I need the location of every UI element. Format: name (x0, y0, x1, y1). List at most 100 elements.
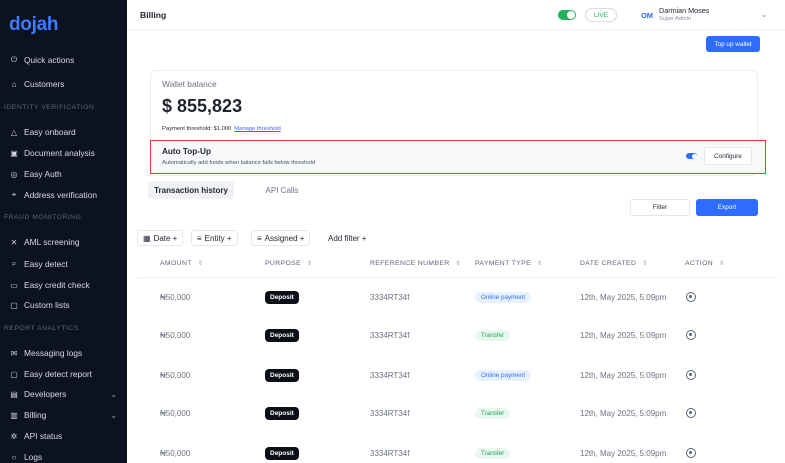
column-header-action[interactable]: ACTION ⇕ (685, 260, 725, 267)
entity-filter-chip[interactable]: ≡ Entity + (191, 230, 238, 246)
amount-cell: ₦50,000 (160, 292, 191, 302)
purpose-cell: Deposit (265, 316, 299, 354)
sidebar-item-document-analysis[interactable]: ▣ Document analysis (9, 145, 121, 161)
sidebar-item-label: Easy Auth (24, 169, 62, 179)
sidebar-item-label: Easy onboard (24, 127, 76, 137)
sidebar-item-custom-lists[interactable]: ▢ Custom lists (9, 297, 121, 313)
chevron-down-icon: ⌄ (110, 389, 117, 399)
table-row[interactable]: ₦50,000 Deposit 3334RT34f Transfer 12th,… (137, 394, 777, 432)
sidebar-item-messaging-logs[interactable]: ✉ Messaging logs (9, 345, 121, 361)
sidebar-item-address-verification[interactable]: ⌖ Address verification (9, 187, 121, 203)
sidebar-item-easy-credit-check[interactable]: ▭ Easy credit check (9, 277, 121, 293)
reference-cell: 3334RT34f (370, 408, 410, 418)
sidebar-item-label: Logs (24, 452, 43, 462)
triangle-icon: △ (10, 127, 18, 137)
sidebar-item-label: Address verification (24, 190, 98, 200)
payment-type-badge: Online payment (475, 291, 532, 303)
wallet-balance-label: Wallet balance (162, 79, 217, 89)
report-icon: ▢ (10, 369, 18, 379)
column-header-amount[interactable]: AMOUNT ⇕ (160, 260, 203, 267)
export-button[interactable]: Export (696, 199, 758, 216)
tab-transaction-history[interactable]: Transaction history (148, 181, 234, 199)
chip-label: Add filter + (328, 233, 367, 243)
location-icon: ⌖ (11, 190, 17, 199)
payment-type-cell: Transfer (475, 316, 511, 354)
sidebar-item-label: API status (24, 431, 63, 441)
reference-cell: 3334RT34f (370, 370, 410, 380)
auto-topup-toggle[interactable] (686, 153, 697, 159)
table-row[interactable]: ₦50,000 Deposit 3334RT34f Transfer 12th,… (137, 434, 777, 463)
column-header-label: ACTION (685, 260, 714, 267)
payment-type-badge: Online payment (475, 369, 532, 381)
table-row[interactable]: ₦50,000 Deposit 3334RT34f Online payment… (137, 278, 777, 316)
sidebar-item-billing[interactable]: ▥ Billing ⌄ (9, 407, 121, 423)
column-header-reference-number[interactable]: REFERENCE NUMBER ⇕ (370, 260, 461, 267)
sidebar-item-label: Custom lists (24, 300, 70, 310)
sidebar-item-aml-screening[interactable]: ✕ AML screening (9, 234, 121, 250)
chip-label: Date + (153, 233, 178, 243)
date-filter-chip[interactable]: ▦ Date + (137, 230, 184, 246)
user-name: Darmian Moses (659, 6, 710, 15)
top-up-wallet-button[interactable]: Top up wallet (706, 36, 760, 52)
chevron-down-icon[interactable]: ⌄ (761, 10, 768, 19)
sidebar-item-api-status[interactable]: ✲ API status (9, 428, 121, 444)
table-row[interactable]: ₦50,000 Deposit 3334RT34f Transfer 12th,… (137, 316, 777, 354)
column-header-purpose[interactable]: PURPOSE ⇕ (265, 260, 312, 267)
amount-cell: ₦50,000 (160, 370, 191, 380)
eye-icon[interactable] (686, 292, 696, 302)
sort-icon: ⇕ (537, 261, 543, 267)
sort-icon: ⇕ (307, 261, 313, 267)
configure-button[interactable]: Configure (704, 147, 752, 165)
sidebar-item-customers[interactable]: ⌂ Customers (9, 76, 121, 92)
calendar-icon: ▦ (143, 233, 151, 243)
avatar[interactable]: OM (639, 7, 655, 23)
sort-icon: ⇕ (197, 261, 204, 267)
assigned-filter-chip[interactable]: ≡ Assigned + (251, 230, 311, 246)
table-row[interactable]: ₦50,000 Deposit 3334RT34f Online payment… (137, 356, 777, 394)
live-badge: LIVE (585, 8, 617, 22)
column-header-payment-type[interactable]: PAYMENT TYPE ⇕ (475, 260, 542, 267)
eye-icon[interactable] (686, 408, 696, 418)
column-header-label: AMOUNT (160, 260, 192, 267)
filter-button[interactable]: Filter (630, 199, 690, 216)
payment-threshold: Payment threshold: $1,000 Manage threshol… (162, 126, 281, 132)
sidebar-item-easy-detect-report[interactable]: ▢ Easy detect report (9, 366, 121, 382)
dojah-logo[interactable]: dojah (9, 14, 58, 36)
top-bar: Billing LIVE OM Darmian Moses Super Admi… (127, 0, 785, 30)
sidebar-item-label: Easy detect (24, 259, 68, 269)
purpose-badge: Deposit (265, 406, 299, 420)
add-filter-chip[interactable]: Add filter + (323, 230, 371, 246)
tab-api-calls[interactable]: API Calls (244, 181, 320, 199)
reference-cell: 3334RT34f (370, 330, 410, 340)
sidebar-item-developers[interactable]: ▤ Developers ⌄ (9, 386, 121, 402)
sidebar-item-easy-onboard[interactable]: △ Easy onboard (9, 124, 121, 140)
sidebar-item-logs[interactable]: ○ Logs (9, 449, 121, 463)
eye-icon[interactable] (686, 330, 696, 340)
eye-icon[interactable] (686, 370, 696, 380)
reference-cell: 3334RT34f (370, 448, 410, 458)
live-mode-toggle[interactable] (558, 10, 576, 20)
sidebar-item-quick-actions[interactable]: ⏻ Quick actions (9, 52, 121, 68)
filter-lines-icon: ≡ (197, 233, 202, 243)
action-cell (686, 356, 696, 394)
sidebar-item-easy-auth[interactable]: ◎ Easy Auth (9, 166, 121, 182)
eye-icon[interactable] (686, 448, 696, 458)
auto-topup-panel: Auto Top-Up Automatically add funds when… (150, 140, 766, 174)
page-title: Billing (140, 10, 167, 20)
power-icon: ⏻ (10, 55, 18, 64)
chip-label: Assigned + (264, 233, 305, 243)
sidebar-item-label: Document analysis (24, 148, 95, 158)
column-header-label: PAYMENT TYPE (475, 260, 532, 267)
code-icon: ▤ (10, 389, 18, 399)
auto-topup-title: Auto Top-Up (162, 147, 211, 156)
aml-icon: ✕ (10, 237, 18, 247)
sidebar-item-label: Easy detect report (24, 369, 92, 379)
sidebar: dojah ⏻ Quick actions ⌂ Customers IDENTI… (0, 0, 127, 463)
sort-icon: ⇕ (719, 261, 725, 267)
sort-icon: ⇕ (455, 261, 462, 267)
manage-threshold-link[interactable]: Manage threshold (234, 126, 280, 132)
date-cell: 12th, May 2025, 5:09pm (580, 330, 667, 340)
column-header-date-created[interactable]: DATE CREATED ⇕ (580, 260, 648, 267)
sidebar-item-easy-detect[interactable]: ⌕ Easy detect (9, 256, 121, 272)
payment-type-badge: Transfer (475, 329, 511, 341)
